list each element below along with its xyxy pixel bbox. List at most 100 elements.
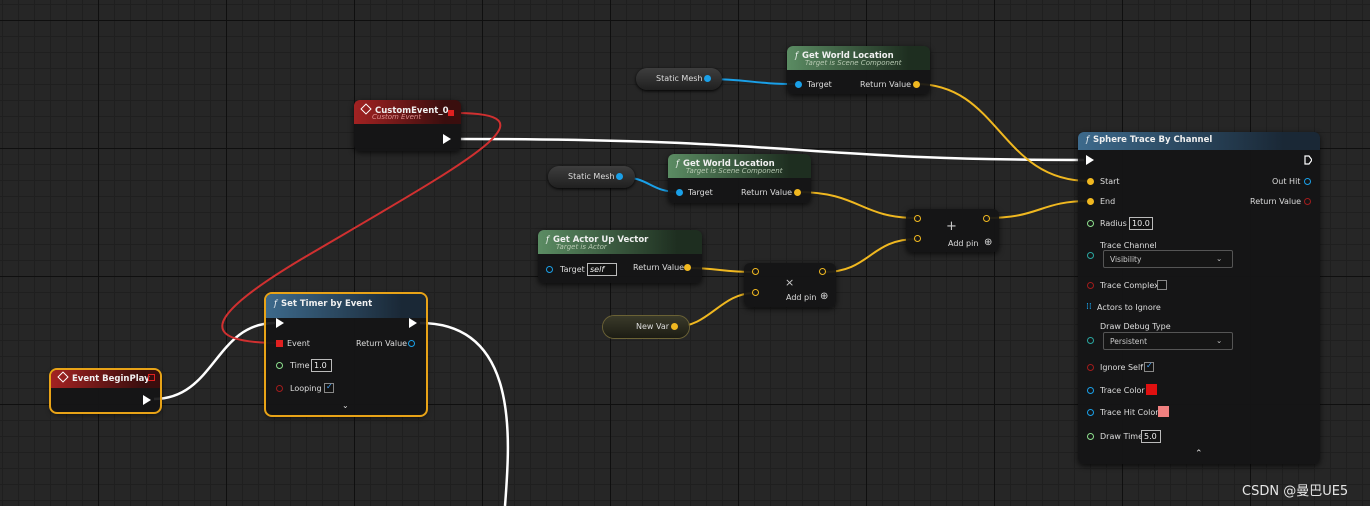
out-hit-pin[interactable] [1304,178,1311,185]
add-pin-icon[interactable]: ⊕ [820,291,828,302]
time-pin[interactable] [276,362,283,369]
ignore-self-pin[interactable] [1087,364,1094,371]
return-value-pin[interactable] [913,81,920,88]
ignore-self-label: Ignore Self [1100,363,1144,372]
multiply-operator: × [785,276,795,289]
looping-label: Looping [290,384,322,393]
ignore-self-checkbox[interactable]: ✓ [1144,361,1154,372]
trace-channel-value: Visibility [1110,255,1142,264]
array-pin-icon[interactable]: ⁞⁞ [1086,302,1092,312]
function-icon: f [546,235,549,244]
trace-complex-pin[interactable] [1087,282,1094,289]
trace-channel-pin[interactable] [1087,252,1094,259]
collapse-icon[interactable]: ⌃ [1195,449,1203,459]
get-world-location-node-2[interactable]: f Get World Location Target is Scene Comp… [668,154,811,203]
event-delegate-pin[interactable] [276,340,283,347]
input-pin-b[interactable] [914,235,921,242]
node-header: f Get Actor Up Vector Target is Actor [538,230,702,254]
target-pin[interactable] [546,266,553,273]
vector-pin[interactable] [671,323,678,330]
exec-in-pin[interactable] [276,318,284,328]
draw-debug-value: Persistent [1110,337,1148,346]
draw-time-pin[interactable] [1087,433,1094,440]
add-operator: + [946,219,957,234]
add-pin-label[interactable]: Add pin [786,293,816,302]
return-value-pin[interactable] [684,264,691,271]
object-pin[interactable] [704,75,711,82]
end-pin[interactable] [1087,198,1094,205]
radius-input[interactable]: 10.0 [1129,217,1153,230]
trace-complex-checkbox[interactable] [1157,280,1167,290]
input-pin-a[interactable] [752,268,759,275]
custom-event-node[interactable]: CustomEvent_0 Custom Event [354,100,461,151]
event-icon [360,103,372,115]
object-pin[interactable] [616,173,623,180]
node-header: f Set Timer by Event [266,294,426,318]
trace-hit-color-pin[interactable] [1087,409,1094,416]
return-value-label: Return Value [1250,197,1302,206]
sphere-trace-by-channel-node[interactable]: f Sphere Trace By Channel Start Out Hit E… [1078,132,1320,464]
delegate-pin[interactable] [448,110,454,116]
draw-debug-type-pin[interactable] [1087,337,1094,344]
node-subtitle: Target is Scene Component [805,59,902,67]
function-icon: f [1086,135,1089,144]
get-world-location-node-1[interactable]: f Get World Location Target is Scene Comp… [787,46,930,94]
return-value-pin[interactable] [408,340,415,347]
function-icon: f [274,299,277,308]
vector-wire-loc2-add [796,191,918,219]
output-pin[interactable] [819,268,826,275]
looping-checkbox[interactable]: ✓ [324,382,334,393]
target-pin[interactable] [795,81,802,88]
draw-debug-type-dropdown[interactable]: Persistent ⌄ [1103,332,1233,350]
event-beginplay-node[interactable]: Event BeginPlay [49,368,162,414]
exec-out-pin[interactable] [409,318,417,328]
watermark: CSDN @曼巴UE5 [1242,484,1349,499]
end-label: End [1100,197,1116,206]
target-value-field[interactable]: self [587,263,617,276]
exec-out-pin[interactable] [443,134,451,144]
new-var-getter[interactable]: New Var [603,316,689,338]
static-mesh-getter-2[interactable]: Static Mesh [548,166,635,188]
expand-icon[interactable]: ⌄ [342,401,349,410]
trace-color-swatch[interactable] [1146,384,1157,395]
event-label: Event [287,339,310,348]
looping-pin[interactable] [276,385,283,392]
trace-color-label: Trace Color [1100,386,1145,395]
trace-hit-color-swatch[interactable] [1158,406,1169,417]
exec-out-pin[interactable] [143,395,151,405]
trace-channel-dropdown[interactable]: Visibility ⌄ [1103,250,1233,268]
set-timer-by-event-node[interactable]: f Set Timer by Event Event Return Value T… [264,292,428,417]
static-mesh-label: Static Mesh [568,172,615,181]
return-value-pin[interactable] [1304,198,1311,205]
node-header: f Get World Location Target is Scene Comp… [668,154,811,178]
trace-color-pin[interactable] [1087,387,1094,394]
output-pin[interactable] [983,215,990,222]
function-icon: f [795,51,798,60]
return-value-label: Return Value [633,263,685,272]
vector-wire-add-end [986,200,1090,219]
add-pin-label[interactable]: Add pin [948,239,978,248]
node-header: Event BeginPlay [51,370,160,388]
input-pin-b[interactable] [752,289,759,296]
static-mesh-label: Static Mesh [656,74,703,83]
exec-in-pin[interactable] [1086,155,1094,165]
actors-to-ignore-label: Actors to Ignore [1097,303,1161,312]
vector-wire-mul-add [823,238,918,273]
vector-add-node[interactable]: + Add pin ⊕ [906,209,999,252]
node-title: Event BeginPlay [72,374,150,384]
time-input[interactable]: 1.0 [311,359,332,372]
radius-pin[interactable] [1087,220,1094,227]
get-actor-up-vector-node[interactable]: f Get Actor Up Vector Target is Actor Tar… [538,230,702,283]
draw-time-input[interactable]: 5.0 [1141,430,1161,443]
add-pin-icon[interactable]: ⊕ [984,237,992,248]
return-value-pin[interactable] [794,189,801,196]
return-value-label: Return Value [356,339,408,348]
static-mesh-getter-1[interactable]: Static Mesh [636,68,722,90]
input-pin-a[interactable] [914,215,921,222]
delegate-pin[interactable] [148,374,155,381]
start-pin[interactable] [1087,178,1094,185]
event-icon [57,371,69,383]
vector-multiply-node[interactable]: × Add pin ⊕ [744,263,836,307]
target-pin[interactable] [676,189,683,196]
exec-out-pin[interactable] [1304,155,1312,165]
